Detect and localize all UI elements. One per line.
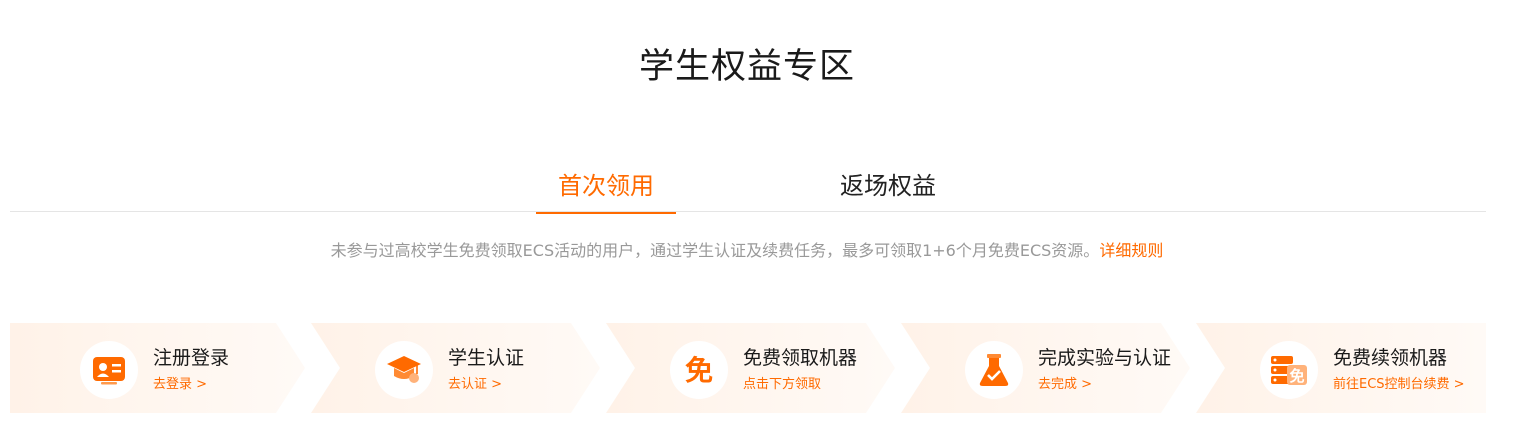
description-text: 未参与过高校学生免费领取ECS活动的用户，通过学生认证及续费任务，最多可领取1+… [330,241,1100,260]
step-title: 免费领取机器 [743,347,858,369]
step-register-login[interactable]: 注册登录 去登录 > [10,323,305,413]
step-title: 免费续领机器 [1333,347,1448,369]
svg-text:免: 免 [685,354,713,387]
step-renew-machine[interactable]: 免 免费续领机器 前往ECS控制台续费 > [1190,323,1486,413]
step-link[interactable]: 去登录 > [153,373,207,392]
step-title: 完成实验与认证 [1038,347,1172,369]
id-card-icon [80,341,138,399]
step-link[interactable]: 去认证 > [448,373,502,392]
description: 未参与过高校学生免费领取ECS活动的用户，通过学生认证及续费任务，最多可领取1+… [0,237,1494,261]
tab-first-use[interactable]: 首次领用 [536,166,676,214]
free-badge-icon: 免 [670,341,728,399]
steps-bar: 注册登录 去登录 > 学生认证 去认证 > 免 免费领取机器 点击下方领取 完成… [10,323,1486,413]
step-title: 学生认证 [448,347,525,369]
tab-return-benefits[interactable]: 返场权益 [818,166,958,212]
step-lab-certification[interactable]: 完成实验与认证 去完成 > [895,323,1190,413]
step-link[interactable]: 去完成 > [1038,373,1092,392]
flask-icon [965,341,1023,399]
step-link[interactable]: 前往ECS控制台续费 > [1333,373,1465,392]
server-free-icon: 免 [1260,341,1318,399]
detail-rules-link[interactable]: 详细规则 [1099,241,1163,260]
tab-divider [10,211,1486,212]
step-student-verify[interactable]: 学生认证 去认证 > [305,323,600,413]
graduation-cap-icon [375,341,433,399]
step-title: 注册登录 [153,347,230,369]
tab-bar: 首次领用 返场权益 [0,166,1494,214]
svg-text:免: 免 [1289,367,1304,385]
step-link[interactable]: 点击下方领取 [743,373,821,392]
page-title: 学生权益专区 [638,47,855,87]
step-claim-machine[interactable]: 免 免费领取机器 点击下方领取 [600,323,895,413]
